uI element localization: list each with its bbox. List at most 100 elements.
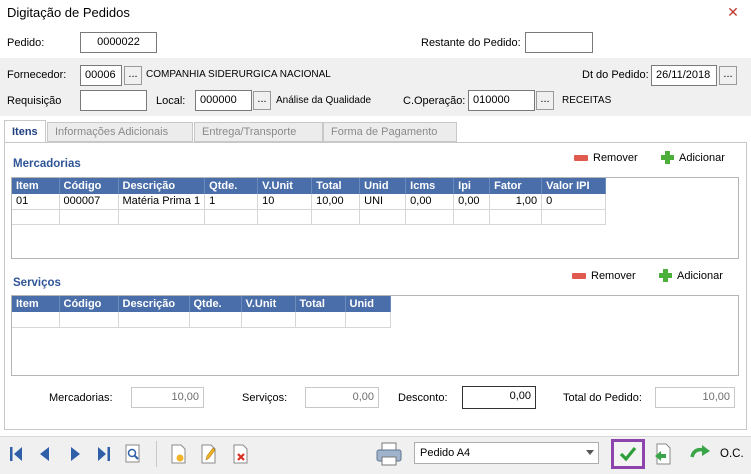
col-valor-ipi[interactable]: Valor IPI	[541, 178, 607, 194]
next-record-icon[interactable]	[65, 443, 85, 465]
toolbar-separator	[156, 441, 157, 467]
minus-icon	[574, 155, 588, 161]
cell-valor-ipi[interactable]: 0	[541, 194, 607, 210]
col-codigo[interactable]: Código	[59, 296, 119, 312]
servicos-grid[interactable]: Item Código Descrição Qtde. V.Unit Total…	[11, 295, 739, 376]
fornecedor-lookup-button[interactable]: ...	[124, 66, 142, 85]
mercadorias-remove-button[interactable]: Remover	[574, 152, 638, 164]
col-total[interactable]: Total	[311, 178, 361, 194]
col-unid[interactable]: Unid	[345, 296, 391, 312]
col-codigo[interactable]: Código	[59, 178, 119, 194]
coperacao-name: RECEITAS	[562, 95, 612, 106]
close-icon[interactable]: ✕	[722, 3, 744, 21]
edit-pencil-icon[interactable]	[198, 443, 218, 465]
col-vunit[interactable]: V.Unit	[257, 178, 313, 194]
previous-record-icon[interactable]	[35, 443, 55, 465]
servicos-table: Item Código Descrição Qtde. V.Unit Total…	[12, 296, 391, 328]
servicos-total-label: Serviços:	[242, 392, 288, 404]
desconto-label: Desconto:	[398, 392, 448, 404]
tab-entrega-transporte[interactable]: Entrega/Transporte	[194, 122, 323, 142]
col-descricao[interactable]: Descrição	[118, 178, 206, 194]
servicos-remove-button[interactable]: Remover	[572, 270, 636, 282]
col-ipi[interactable]: Ipi	[453, 178, 491, 194]
col-fator[interactable]: Fator	[489, 178, 543, 194]
search-record-icon[interactable]	[123, 443, 143, 465]
total-pedido-field: 10,00	[655, 387, 735, 408]
col-icms[interactable]: Icms	[405, 178, 455, 194]
col-total[interactable]: Total	[295, 296, 346, 312]
printer-icon[interactable]	[374, 440, 404, 468]
report-select-value: Pedido A4	[420, 447, 471, 459]
cell-unid[interactable]: UNI	[359, 194, 407, 210]
cell-item[interactable]: 01	[12, 194, 60, 210]
cell-codigo[interactable]: 000007	[59, 194, 119, 210]
first-record-icon[interactable]	[6, 443, 26, 465]
tab-informacoes-adicionais[interactable]: Informações Adicionais	[47, 122, 193, 142]
fornecedor-label: Fornecedor:	[7, 69, 67, 81]
last-record-icon[interactable]	[94, 443, 114, 465]
coperacao-code-field[interactable]: 010000	[468, 90, 535, 111]
report-select[interactable]: Pedido A4	[414, 442, 599, 464]
mercadorias-grid[interactable]: Item Código Descrição Qtde. V.Unit Total…	[11, 177, 739, 259]
chevron-down-icon	[586, 450, 594, 455]
servicos-header-row: Item Código Descrição Qtde. V.Unit Total…	[12, 296, 391, 312]
plus-icon	[659, 269, 672, 282]
col-descricao[interactable]: Descrição	[118, 296, 190, 312]
col-qtde[interactable]: Qtde.	[204, 178, 259, 194]
dt-pedido-label: Dt do Pedido:	[582, 69, 649, 81]
oc-label[interactable]: O.C.	[720, 448, 744, 460]
cell-ipi[interactable]: 0,00	[453, 194, 491, 210]
dt-pedido-field[interactable]: 26/11/2018	[651, 65, 717, 86]
desconto-field[interactable]: 0,00	[462, 386, 536, 409]
local-name: Análise da Qualidade	[276, 95, 372, 106]
tab-forma-pagamento[interactable]: Forma de Pagamento	[323, 122, 457, 142]
confirm-button[interactable]	[611, 439, 645, 469]
pedido-field[interactable]: 0000022	[80, 32, 157, 53]
col-vunit[interactable]: V.Unit	[241, 296, 296, 312]
fornecedor-code-field[interactable]: 00006	[80, 65, 122, 86]
table-row-empty[interactable]	[12, 209, 607, 225]
cell-total[interactable]: 10,00	[311, 194, 361, 210]
window-title: Digitação de Pedidos	[7, 5, 130, 20]
cell-fator[interactable]: 1,00	[489, 194, 543, 210]
restante-label: Restante do Pedido:	[421, 37, 521, 49]
local-code-field[interactable]: 000000	[195, 90, 252, 111]
col-item[interactable]: Item	[12, 296, 60, 312]
coperacao-label: C.Operação:	[403, 95, 466, 107]
mercadorias-table: Item Código Descrição Qtde. V.Unit Total…	[12, 178, 607, 225]
mercadorias-add-label: Adicionar	[679, 151, 725, 164]
mercadorias-header-row: Item Código Descrição Qtde. V.Unit Total…	[12, 178, 607, 194]
servicos-remove-label: Remover	[591, 270, 636, 282]
table-row-empty[interactable]	[12, 312, 391, 328]
restante-field[interactable]	[525, 32, 593, 53]
minus-icon	[572, 273, 586, 279]
table-row[interactable]: 01 000007 Matéria Prima 1 1 10 10,00 UNI…	[12, 194, 607, 210]
local-lookup-button[interactable]: ...	[253, 91, 271, 110]
confirm-check-icon	[619, 446, 637, 462]
mercadorias-total-label: Mercadorias:	[49, 392, 113, 404]
cell-descricao[interactable]: Matéria Prima 1	[118, 194, 206, 210]
servicos-add-label: Adicionar	[677, 269, 723, 282]
mercadorias-title: Mercadorias	[13, 158, 81, 170]
mercadorias-add-button[interactable]: Adicionar	[661, 151, 725, 164]
servicos-add-button[interactable]: Adicionar	[659, 269, 723, 282]
plus-icon	[661, 151, 674, 164]
pedido-label: Pedido:	[7, 37, 45, 49]
col-qtde[interactable]: Qtde.	[189, 296, 242, 312]
delete-document-icon[interactable]	[230, 443, 250, 465]
coperacao-lookup-button[interactable]: ...	[536, 91, 554, 110]
local-label: Local:	[156, 95, 186, 107]
cell-qtde[interactable]: 1	[204, 194, 259, 210]
tab-itens[interactable]: Itens	[4, 120, 46, 143]
new-document-icon[interactable]	[168, 443, 188, 465]
mercadorias-remove-label: Remover	[593, 152, 638, 164]
col-item[interactable]: Item	[12, 178, 60, 194]
oc-arrow-icon[interactable]	[688, 443, 714, 465]
date-picker-button[interactable]: ...	[719, 66, 737, 85]
export-document-icon[interactable]	[652, 442, 676, 465]
cell-icms[interactable]: 0,00	[405, 194, 455, 210]
cell-vunit[interactable]: 10	[257, 194, 313, 210]
mercadorias-total-field: 10,00	[131, 387, 204, 408]
col-unid[interactable]: Unid	[359, 178, 407, 194]
requisicao-field[interactable]	[80, 90, 147, 111]
